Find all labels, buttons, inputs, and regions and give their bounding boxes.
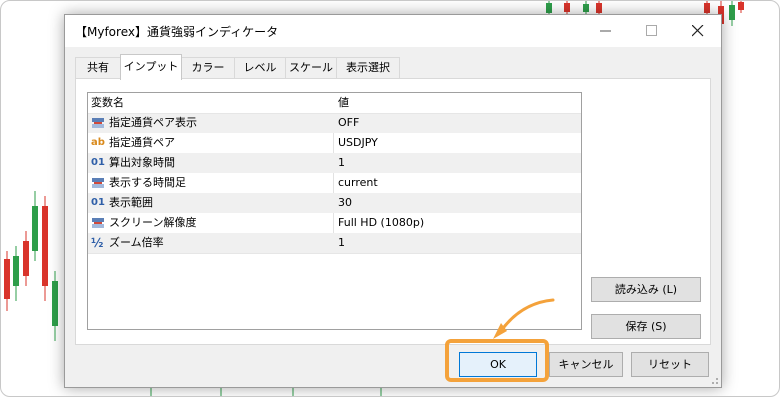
row-name: ズーム倍率 (109, 236, 164, 249)
header-value[interactable]: 値 (338, 93, 349, 113)
candles-left (4, 191, 58, 341)
row-value[interactable]: 30 (338, 193, 352, 213)
row-name: 算出対象時間 (109, 156, 175, 169)
table-header: 変数名 値 (88, 93, 581, 113)
load-button[interactable]: 読み込み (L) (591, 277, 701, 302)
table-row[interactable]: 表示する時間足 current (88, 173, 581, 193)
enum-icon (92, 178, 104, 188)
maximize-button[interactable] (629, 15, 675, 47)
fraction-icon: ½ (91, 236, 104, 250)
table-row[interactable]: 01 表示範囲 30 (88, 193, 581, 213)
table-row[interactable]: スクリーン解像度 Full HD (1080p) (88, 213, 581, 233)
ok-highlight-frame (445, 339, 549, 382)
row-value[interactable]: current (338, 173, 378, 193)
row-name: 指定通貨ペア (109, 136, 175, 149)
enum-icon (92, 218, 104, 228)
input-panel: 変数名 値 指定通貨ペア表示 OFF ab 指定通貨ペア USDJPY 01 算… (75, 78, 711, 345)
row-value[interactable]: USDJPY (338, 133, 378, 153)
tab-color[interactable]: カラー (181, 57, 235, 78)
row-divider (88, 253, 581, 254)
maximize-icon (646, 25, 657, 36)
table-row[interactable]: 01 算出対象時間 1 (88, 153, 581, 173)
enum-icon (92, 118, 104, 128)
minimize-icon (600, 30, 611, 32)
row-value[interactable]: 1 (338, 233, 345, 253)
title-bar[interactable]: 【Myforex】通貨強弱インディケータ (65, 15, 721, 47)
integer-01-icon: 01 (91, 197, 105, 208)
minimize-button[interactable] (583, 15, 629, 47)
tab-level[interactable]: レベル (234, 57, 286, 78)
integer-01-icon: 01 (91, 157, 105, 168)
row-name: 指定通貨ペア表示 (109, 116, 197, 129)
parameters-table: 変数名 値 指定通貨ペア表示 OFF ab 指定通貨ペア USDJPY 01 算… (87, 92, 582, 330)
string-ab-icon: ab (91, 137, 105, 148)
close-button[interactable] (675, 15, 721, 47)
tab-common[interactable]: 共有 (75, 57, 121, 78)
resize-grip-icon[interactable] (709, 375, 719, 385)
row-divider (88, 113, 581, 114)
row-value[interactable]: OFF (338, 113, 359, 133)
close-icon (692, 25, 704, 37)
cancel-button[interactable]: キャンセル (549, 352, 623, 377)
row-name: スクリーン解像度 (109, 216, 197, 229)
row-name: 表示範囲 (109, 196, 153, 209)
screen-frame: 【Myforex】通貨強弱インディケータ 共有 インプット カラー レベル スケ… (0, 0, 780, 397)
tab-scale[interactable]: スケール (285, 57, 337, 78)
tab-input[interactable]: インプット (120, 54, 182, 80)
indicator-dialog: 【Myforex】通貨強弱インディケータ 共有 インプット カラー レベル スケ… (64, 14, 722, 388)
row-value[interactable]: Full HD (1080p) (338, 213, 424, 233)
tab-display-select[interactable]: 表示選択 (336, 57, 400, 78)
row-value[interactable]: 1 (338, 153, 345, 173)
table-row[interactable]: ab 指定通貨ペア USDJPY (88, 133, 581, 153)
table-row[interactable]: 指定通貨ペア表示 OFF (88, 113, 581, 133)
row-name: 表示する時間足 (109, 176, 186, 189)
window-title: 【Myforex】通貨強弱インディケータ (75, 25, 279, 39)
reset-button[interactable]: リセット (631, 352, 709, 377)
header-variable[interactable]: 変数名 (91, 93, 124, 113)
table-row[interactable]: ½ ズーム倍率 1 (88, 233, 581, 253)
save-button[interactable]: 保存 (S) (591, 314, 701, 339)
